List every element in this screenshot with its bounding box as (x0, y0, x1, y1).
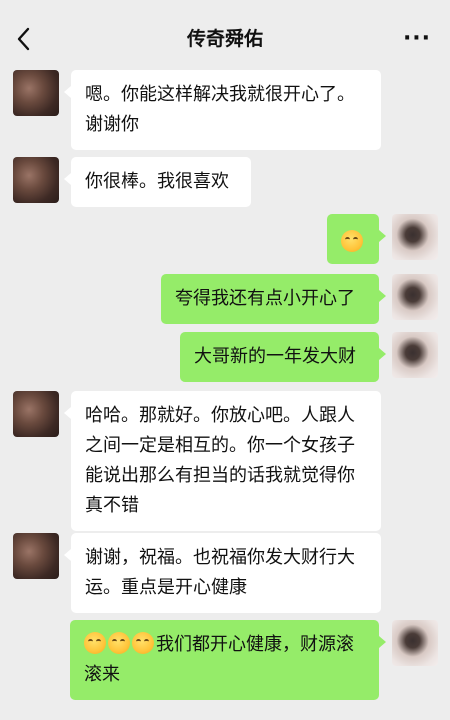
shy-smile-emoji-icon (132, 632, 154, 654)
chat-header: 传奇舜佑 ··· (0, 0, 450, 78)
contact-avatar[interactable] (13, 391, 59, 437)
contact-avatar[interactable] (13, 70, 59, 116)
incoming-message[interactable]: 嗯。你能这样解决我就很开心了。 谢谢你 (64, 70, 381, 150)
message-line: 之间一定是相互的。你一个女孩子 (85, 435, 355, 456)
outgoing-message[interactable]: 大哥新的一年发大财 (180, 332, 386, 382)
message-line: 能说出那么有担当的话我就觉得你 (85, 465, 355, 486)
message-line: 谢谢，祝福。也祝福你发大财行大 (85, 547, 355, 568)
my-avatar[interactable] (392, 214, 438, 260)
incoming-message[interactable]: 你很棒。我很喜欢 (64, 157, 251, 207)
chat-title: 传奇舜佑 (186, 28, 263, 50)
laugh-cry-emoji-icon (341, 230, 363, 252)
message-line: 我们都开心健康，财源滚 (84, 630, 365, 660)
message-line: 谢谢你 (85, 114, 139, 135)
my-avatar[interactable] (392, 620, 438, 666)
message-line: 夸得我还有点小开心了 (175, 288, 355, 309)
outgoing-message[interactable]: 我们都开心健康，财源滚 滚来 (70, 620, 386, 700)
my-avatar[interactable] (392, 274, 438, 320)
message-line: 运。重点是开心健康 (85, 577, 247, 598)
incoming-message[interactable]: 哈哈。那就好。你放心吧。人跟人 之间一定是相互的。你一个女孩子 能说出那么有担当… (64, 391, 381, 531)
contact-avatar[interactable] (13, 157, 59, 203)
incoming-message[interactable]: 谢谢，祝福。也祝福你发大财行大 运。重点是开心健康 (64, 533, 381, 613)
more-options-icon[interactable]: ··· (400, 24, 434, 54)
message-line: 嗯。你能这样解决我就很开心了。 (85, 84, 355, 105)
message-line: 哈哈。那就好。你放心吧。人跟人 (85, 405, 355, 426)
message-line: 真不错 (85, 495, 139, 516)
outgoing-message[interactable] (327, 214, 386, 264)
outgoing-message[interactable]: 夸得我还有点小开心了 (161, 274, 386, 324)
message-line: 滚来 (84, 664, 120, 685)
message-line: 你很棒。我很喜欢 (85, 171, 229, 192)
message-line: 大哥新的一年发大财 (194, 346, 356, 367)
contact-avatar[interactable] (13, 533, 59, 579)
message-text: 我们都开心健康，财源滚 (156, 634, 354, 655)
shy-smile-emoji-icon (108, 632, 130, 654)
my-avatar[interactable] (392, 332, 438, 378)
shy-smile-emoji-icon (84, 632, 106, 654)
